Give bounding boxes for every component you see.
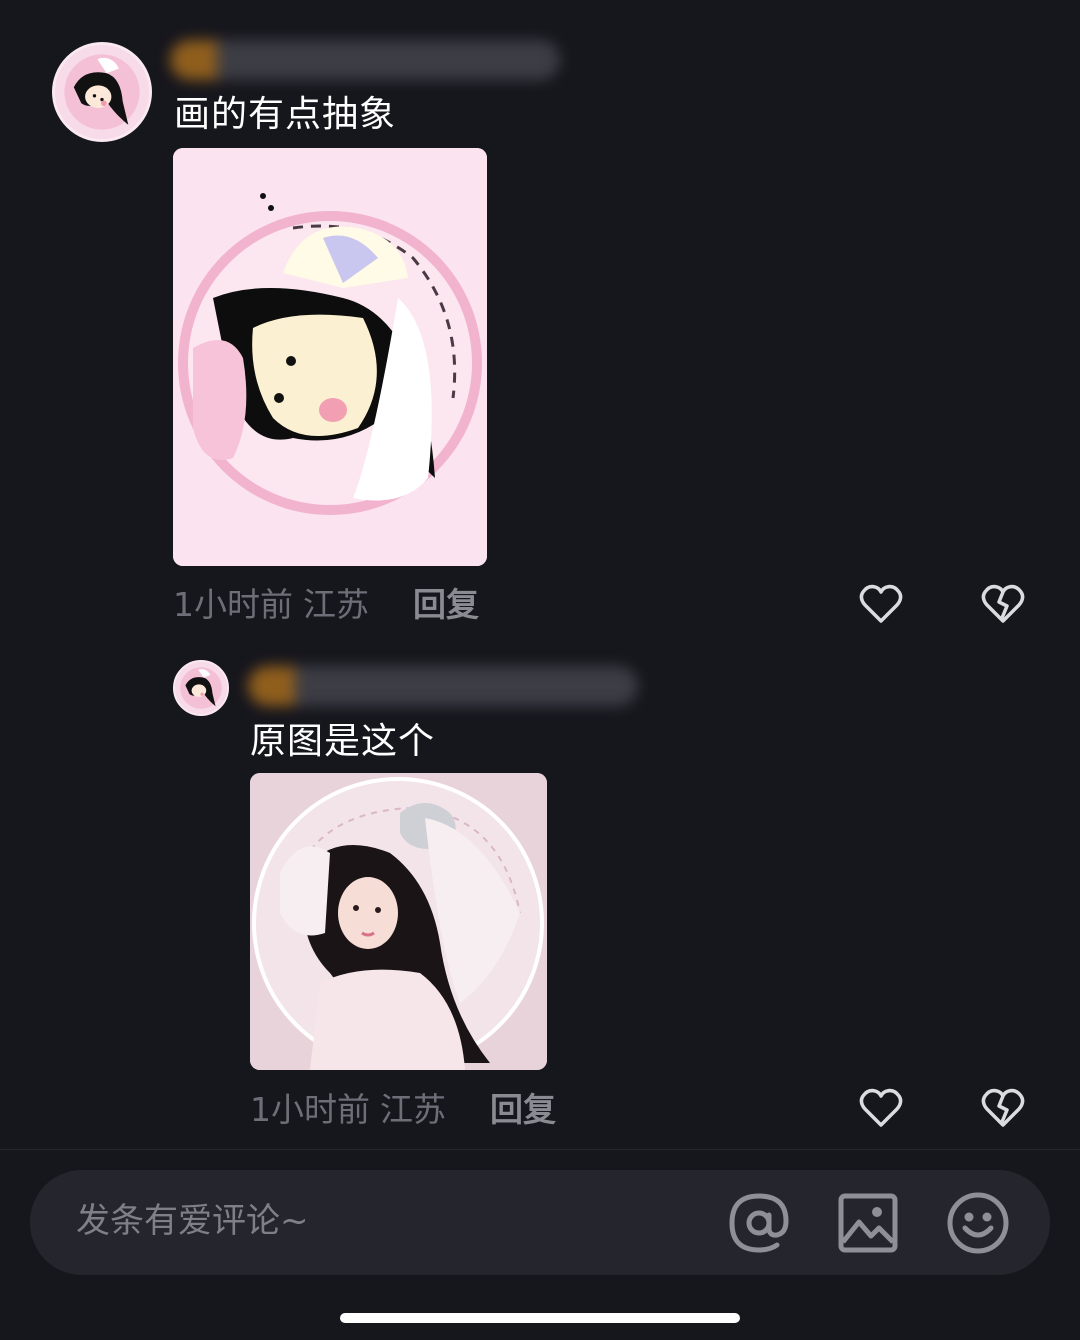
reply-button[interactable]: 回复 — [490, 1090, 556, 1129]
username-blurred[interactable] — [248, 666, 638, 706]
comment-image[interactable] — [173, 148, 487, 566]
heart-outline-icon[interactable] — [859, 1088, 903, 1128]
reply-comment-item: 原图是这个 1小时前 江苏 回复 — [0, 640, 1080, 1150]
heart-outline-icon[interactable] — [859, 584, 903, 624]
avatar-image — [55, 45, 149, 139]
reply-button[interactable]: 回复 — [413, 585, 479, 624]
broken-heart-icon[interactable] — [981, 1088, 1025, 1128]
avatar-image — [175, 662, 227, 714]
comment-meta: 1小时前 江苏 回复 — [250, 1090, 556, 1130]
image-icon[interactable] — [835, 1190, 901, 1256]
comment-item: 画的有点抽象 1小时前 江苏 回复 — [0, 0, 1080, 640]
username-blurred[interactable] — [170, 40, 560, 80]
comment-location: 江苏 — [380, 1090, 446, 1129]
comment-composer[interactable]: 发条有爱评论~ — [30, 1170, 1050, 1275]
comment-text: 画的有点抽象 — [174, 94, 397, 135]
comment-time: 1小时前 — [250, 1090, 370, 1129]
at-icon[interactable] — [726, 1190, 792, 1256]
drawing-image — [173, 148, 487, 566]
divider — [0, 1149, 1080, 1150]
comment-location: 江苏 — [303, 585, 369, 624]
comment-image[interactable] — [250, 773, 547, 1070]
photo-image — [250, 773, 547, 1070]
home-indicator[interactable] — [340, 1313, 740, 1323]
comment-thread-screen: 画的有点抽象 1小时前 江苏 回复 原图是这个 1小时前 江苏 回复 发条有爱评… — [0, 0, 1080, 1340]
comment-meta: 1小时前 江苏 回复 — [173, 585, 479, 625]
avatar[interactable] — [173, 660, 229, 716]
broken-heart-icon[interactable] — [981, 584, 1025, 624]
comment-text: 原图是这个 — [250, 721, 436, 762]
avatar[interactable] — [52, 42, 152, 142]
smile-icon[interactable] — [945, 1190, 1011, 1256]
comment-time: 1小时前 — [173, 585, 293, 624]
comment-input[interactable]: 发条有爱评论~ — [76, 1200, 309, 1242]
